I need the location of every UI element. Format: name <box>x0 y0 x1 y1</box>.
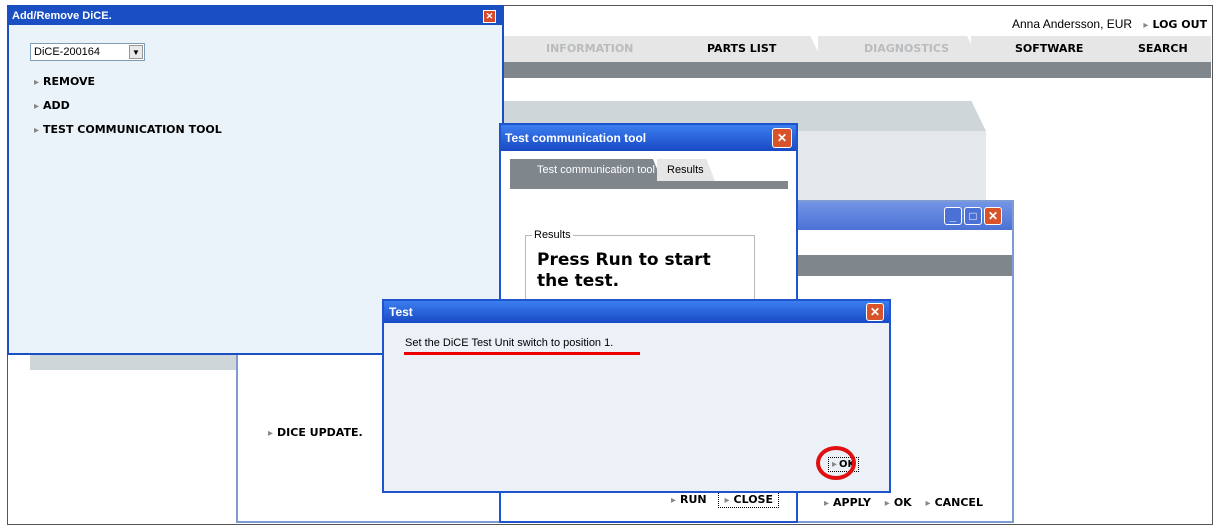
close-label: CLOSE <box>733 493 773 506</box>
run-label: RUN <box>680 493 707 506</box>
maximize-icon[interactable]: □ <box>964 207 982 225</box>
arrow-icon: ▸ <box>34 77 40 88</box>
arrow-icon: ▸ <box>884 498 890 509</box>
add-link[interactable]: ▸ ADD <box>34 99 70 112</box>
arrow-icon: ▸ <box>268 428 274 439</box>
apply-label: APPLY <box>833 496 871 509</box>
test-communication-tool-label: TEST COMMUNICATION TOOL <box>43 123 222 136</box>
tct-titlebar: Test communication tool ✕ <box>501 125 796 151</box>
apply-button[interactable]: ▸ APPLY <box>824 496 871 509</box>
results-legend: Results <box>532 229 573 241</box>
results-message: Press Run to start the test. <box>537 250 711 291</box>
tab-search[interactable]: SEARCH <box>1112 36 1211 62</box>
arrow-icon: ▸ <box>34 101 40 112</box>
user-info: Anna Andersson, EUR ▸ LOG OUT <box>1012 17 1207 31</box>
dice-select-value: DiCE-200164 <box>34 46 101 58</box>
chevron-down-icon[interactable]: ▼ <box>129 45 143 59</box>
ok-label: OK <box>893 496 912 509</box>
dice-update-link[interactable]: ▸ DICE UPDATE. <box>268 426 363 439</box>
test-dialog-title: Test <box>389 305 413 319</box>
tab-software[interactable]: SOFTWARE <box>971 36 1127 62</box>
arrow-icon: ▸ <box>34 125 40 136</box>
arrow-icon: ▸ <box>824 498 830 509</box>
user-name: Anna Andersson, EUR <box>1012 17 1133 31</box>
cancel-button[interactable]: ▸ CANCEL <box>926 496 983 509</box>
test-message: Set the DiCE Test Unit switch to positio… <box>405 337 614 349</box>
tct-actions: ▸ RUN ▸ CLOSE <box>671 491 779 508</box>
test-dialog: Test ✕ Set the DiCE Test Unit switch to … <box>382 299 891 493</box>
tct-tab-underline <box>510 181 788 189</box>
close-button[interactable]: ▸ CLOSE <box>718 491 779 508</box>
arrow-icon: ▸ <box>1143 20 1149 31</box>
tab-test-communication-tool[interactable]: Test communication tool <box>510 159 662 181</box>
minimize-icon[interactable]: _ <box>944 207 962 225</box>
test-communication-tool-link[interactable]: ▸ TEST COMMUNICATION TOOL <box>34 123 222 136</box>
close-icon[interactable]: ✕ <box>866 303 884 321</box>
add-label: ADD <box>43 99 70 112</box>
close-icon[interactable]: ✕ <box>984 207 1002 225</box>
ok-button[interactable]: ▸ OK <box>885 496 912 509</box>
tab-underline-bar <box>500 62 1211 78</box>
close-icon[interactable]: ✕ <box>772 128 792 148</box>
remove-label: REMOVE <box>43 75 96 88</box>
run-button[interactable]: ▸ RUN <box>671 493 707 506</box>
window-actions: ▸ APPLY ▸ OK ▸ CANCEL <box>824 496 993 509</box>
cancel-label: CANCEL <box>934 496 983 509</box>
tab-parts-list[interactable]: PARTS LIST <box>665 36 823 62</box>
dice-select[interactable]: DiCE-200164 ▼ <box>30 43 145 61</box>
add-remove-titlebar: Add/Remove DiCE. ✕ <box>9 7 502 25</box>
annotation-circle <box>816 446 856 480</box>
arrow-icon: ▸ <box>671 495 677 506</box>
dice-update-label: DICE UPDATE. <box>277 426 363 439</box>
annotation-underline <box>404 352 640 355</box>
close-icon[interactable]: ✕ <box>483 10 496 23</box>
add-remove-title: Add/Remove DiCE. <box>12 10 112 22</box>
arrow-icon: ▸ <box>724 495 730 506</box>
logout-link[interactable]: LOG OUT <box>1152 18 1207 31</box>
test-dialog-titlebar: Test ✕ <box>384 301 889 323</box>
remove-link[interactable]: ▸ REMOVE <box>34 75 95 88</box>
main-tabs: INFORMATION PARTS LIST DIAGNOSTICS SOFTW… <box>500 36 1211 62</box>
window-gray-bar <box>798 255 1012 276</box>
arrow-icon: ▸ <box>925 498 931 509</box>
tab-results[interactable]: Results <box>657 159 715 181</box>
tab-diagnostics: DIAGNOSTICS <box>818 36 980 62</box>
tct-title: Test communication tool <box>505 131 647 145</box>
